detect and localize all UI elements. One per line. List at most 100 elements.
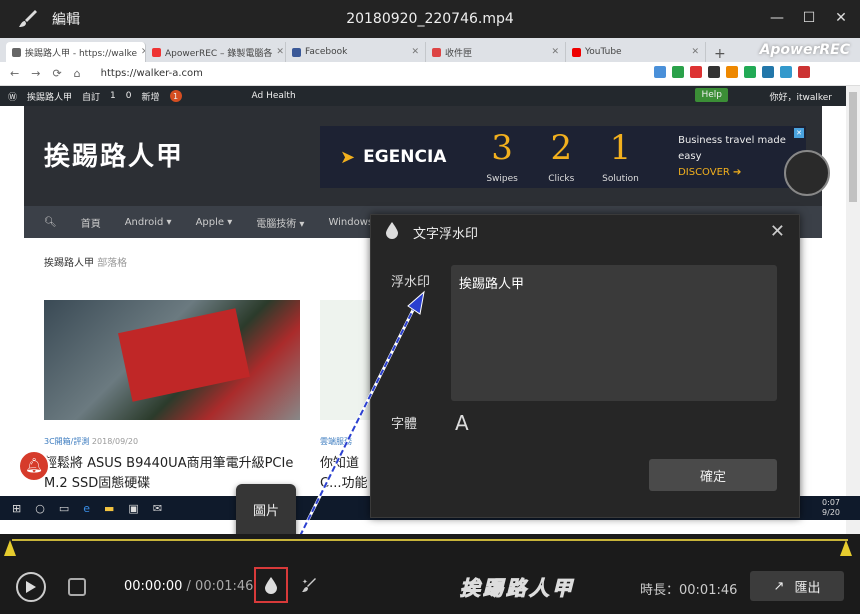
wp-new: 新增 (141, 92, 160, 103)
menu-item-image[interactable]: 圖片 (236, 500, 296, 519)
post-category: 3C開箱/評測 2018/09/20 (44, 437, 139, 446)
nav-item: 電腦技術 ▾ (256, 218, 305, 230)
play-button[interactable] (16, 572, 46, 602)
browser-tab: ApowerREC – 錄製電腦各 ✕ (146, 42, 286, 62)
browser-tab: 收件匣 ✕ (426, 42, 566, 62)
dialog-close-icon[interactable]: ✕ (770, 221, 785, 242)
timeline[interactable] (0, 534, 860, 564)
site-title: 挨踢路人甲 (44, 142, 185, 172)
ad-stat-label: Solution (602, 173, 639, 184)
brush-logo-icon (14, 5, 42, 33)
task-view-icon: ▭ (58, 501, 70, 515)
tab-favicon-icon (12, 47, 21, 57)
ad-close-icon: ✕ (794, 128, 804, 138)
duration-text: 時長：00:01:46 (640, 583, 738, 598)
watermark-label: 浮水印 (391, 275, 431, 290)
browser-tabs: 挨踢路人甲 - https://walke✕ ApowerREC – 錄製電腦各… (0, 38, 860, 62)
home-icon: ⌂ (73, 67, 81, 80)
wp-help: Help (695, 88, 728, 102)
tab-favicon-icon (152, 47, 161, 57)
back-icon: ← (10, 67, 20, 80)
page-scrollbar (846, 86, 860, 534)
maximize-icon[interactable]: ☐ (800, 9, 818, 27)
extension-icon (762, 66, 774, 78)
trim-start-handle[interactable] (4, 540, 16, 556)
star-icon (654, 66, 666, 78)
extension-icon (798, 66, 810, 78)
edit-title: 編輯 (52, 12, 80, 28)
nav-item: Android ▾ (124, 216, 172, 228)
reload-icon: ⟳ (52, 67, 62, 80)
ad-stat-number: 2 (550, 127, 573, 168)
url-text: https://walker-a.com (100, 68, 203, 79)
dialog-title: 文字浮水印 (413, 226, 479, 242)
browser-tab: YouTube ✕ (566, 42, 706, 62)
windows-start-icon: ⊞ (12, 501, 22, 515)
ad-stat-number: 3 (491, 127, 513, 168)
breadcrumb: 挨踢路人甲 部落格 (44, 258, 128, 269)
watermark-button[interactable] (254, 567, 288, 603)
extensions (654, 66, 810, 78)
page-curl-icon (784, 150, 830, 196)
current-time: 00:00:00 (124, 579, 183, 594)
wp-greeting: 你好，itwalker (769, 93, 832, 103)
system-tray: 0:07 9/20 (822, 498, 840, 517)
extension-icon (744, 66, 756, 78)
ad-stat-number: 1 (609, 127, 632, 168)
confirm-button[interactable]: 確定 (649, 459, 777, 491)
new-tab-icon: + (714, 46, 726, 62)
search-icon: 🔍︎ (44, 216, 57, 228)
fullscreen-button[interactable] (68, 578, 86, 596)
font-label: 字體 (391, 417, 418, 432)
file-name: 20180920_220746.mp4 (346, 11, 514, 27)
forward-icon: → (31, 67, 41, 80)
search-icon: ○ (35, 501, 45, 515)
recorder-watermark: ApowerREC (759, 42, 850, 58)
tab-favicon-icon (292, 47, 301, 57)
mail-icon: ✉ (152, 501, 163, 515)
wp-ad-health: Ad Health (251, 91, 296, 101)
address-bar: ← → ⟳ ⌂ https://walker-a.com (0, 62, 860, 86)
extension-icon (690, 66, 702, 78)
ad-stat-label: Clicks (548, 173, 575, 184)
watermark-text-input[interactable]: 挨踢路人甲 (451, 265, 777, 401)
folder-icon: ▬ (104, 501, 115, 515)
ad-brand: EGENCIA (363, 147, 447, 167)
wp-logo-icon: Ⓦ (8, 92, 18, 103)
play-icon (26, 581, 36, 593)
svg-text:✦: ✦ (302, 578, 308, 586)
tab-favicon-icon (432, 47, 441, 57)
export-label: 匯出 (794, 580, 821, 596)
close-icon[interactable]: ✕ (832, 9, 850, 27)
export-button[interactable]: ↗ 匯出 (750, 571, 844, 601)
wp-site-name: 挨踢路人甲 (27, 92, 73, 103)
ad-banner: ➤ EGENCIA 3 Swipes 2 Clicks 1 Solution Busin… (320, 126, 806, 188)
wp-customize: 自訂 (82, 92, 101, 103)
edge-icon: e (83, 501, 91, 515)
post-image (44, 300, 300, 420)
post-category: 雲端服務 (320, 437, 352, 446)
extension-icon (780, 66, 792, 78)
font-picker-icon[interactable]: A (455, 411, 469, 435)
watermark-preview-text: 挨踢路人甲 (460, 576, 575, 601)
extension-icon (672, 66, 684, 78)
store-icon: ▣ (128, 501, 139, 515)
extension-icon (708, 66, 720, 78)
wp-admin-bar: Ⓦ 挨踢路人甲 自訂 1 0 新增 1 Ad Health Help 你好，it… (0, 86, 860, 106)
brush-sparkle-icon: ✦ (302, 578, 316, 592)
wp-notification-badge: 1 (169, 90, 182, 102)
browser-tab: Facebook ✕ (286, 42, 426, 62)
tab-favicon-icon (572, 47, 581, 57)
bell-icon: 🔔︎ (18, 450, 50, 482)
brush-button[interactable]: ✦ (298, 574, 320, 596)
total-time: / 00:01:46 (186, 579, 254, 594)
trim-end-handle[interactable] (840, 540, 852, 556)
nav-item: Apple ▾ (195, 216, 233, 228)
minimize-icon[interactable]: — (768, 9, 786, 27)
browser-tab: 挨踢路人甲 - https://walke✕ (6, 42, 146, 62)
ad-stat-label: Swipes (486, 173, 518, 184)
watermark-drop-icon (385, 221, 399, 243)
site-header: 挨踢路人甲 ➤ EGENCIA 3 Swipes 2 Clicks 1 Solution… (24, 106, 822, 206)
wp-comments: 0 (125, 91, 132, 101)
egencia-logo-icon: ➤ (340, 146, 356, 168)
